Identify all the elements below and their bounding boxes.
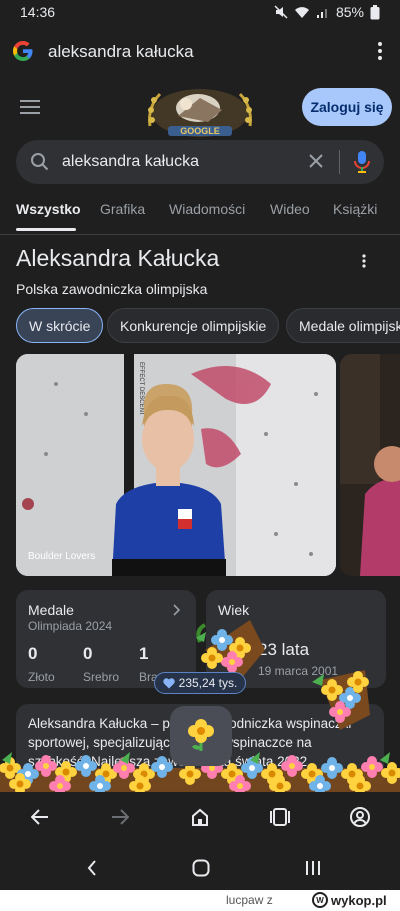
medal-gold-label: Złoto [28,670,55,684]
arrow-forward-icon [112,809,129,825]
medals-card-subtitle: Olimpiada 2024 [28,619,113,633]
tabs-icon [270,808,290,826]
browser-url-bar[interactable]: aleksandra kałucka [0,26,400,78]
chip-konkurencje-olimpijskie[interactable]: Konkurencje olimpijskie [107,308,280,343]
tab-wszystko[interactable]: Wszystko [16,201,81,217]
back-button[interactable] [27,804,53,830]
account-icon [350,807,370,827]
browser-toolbar [0,792,400,842]
search-box[interactable] [16,140,384,184]
search-divider [339,150,340,174]
tab-ksiazki[interactable]: Książki [333,201,377,217]
battery-percent: 85% [335,4,364,20]
birth-date: 19 marca 2001 [258,664,339,678]
microphone-icon[interactable] [354,150,370,174]
google-header: GOOGLE Zaloguj się [0,78,400,137]
search-tabs: Wszystko Grafika Wiadomości Wideo Książk… [0,196,400,232]
topic-chips: W skrócie Konkurencje olimpijskie Medale… [0,308,400,344]
screen: 14:36 85% aleksandra kałucka GOOGLE Zalo… [0,0,400,890]
flower-fab-button[interactable] [170,706,232,766]
clear-icon[interactable] [308,153,324,169]
knowledge-panel-title: Aleksandra Kałucka [16,245,220,271]
athlete-photo-next[interactable] [340,354,400,576]
login-button[interactable]: Zaloguj się [302,88,392,126]
system-navigation-bar [0,846,400,890]
circle-home-icon [192,859,210,877]
medal-bronze-count: 1 [139,644,149,663]
flower-icon [188,719,214,751]
medal-silver-label: Srebro [83,670,120,684]
medal-silver-count: 0 [83,644,93,663]
mute-icon [274,5,288,19]
svg-text:EFFECT DESCENT: EFFECT DESCENT [138,362,144,416]
system-back-button[interactable] [80,856,104,880]
age-card-title: Wiek [218,602,250,618]
search-input[interactable] [62,150,302,174]
home-icon [192,808,208,826]
status-bar: 14:36 85% [0,0,400,26]
medals-card-title: Medale [28,602,74,618]
arrow-back-icon [31,809,48,825]
forward-button[interactable] [107,804,133,830]
athlete-photo-next-image [340,354,400,576]
athlete-photo-image: EFFECT DESCENT [16,354,336,576]
google-doodle[interactable]: GOOGLE [138,86,262,140]
photo-caption: Boulder Lovers [28,551,96,562]
tab-wiadomosci[interactable]: Wiadomości [169,201,245,217]
recents-icon [306,861,320,875]
watermark-logo: Wwykop.pl [312,892,387,908]
heart-icon [162,677,175,688]
athlete-photo[interactable]: EFFECT DESCENT Boulder Lovers [16,354,336,576]
chip-w-skrocie[interactable]: W skrócie [16,308,104,343]
chip-medale-olimpijskie[interactable]: Medale olimpijskie [286,308,400,343]
age-value: 23 lata [258,640,310,659]
more-vert-icon[interactable] [378,42,382,60]
tabs-divider [0,234,400,235]
status-icons: 85% [274,4,380,20]
battery-icon [370,4,380,19]
doodle-text: GOOGLE [180,126,220,136]
medal-gold-count: 0 [28,644,38,663]
likes-count: 235,24 tys. [178,676,238,690]
watermark: lucpaw z Wwykop.pl [0,890,400,911]
active-tab-indicator [16,228,76,231]
medal-silver: 0 Srebro [83,644,119,684]
chevron-right-icon[interactable] [173,604,180,616]
system-recents-button[interactable] [301,856,325,880]
wifi-icon [294,7,309,18]
account-button[interactable] [347,804,373,830]
tab-grafika[interactable]: Grafika [100,201,145,217]
chevron-left-icon [87,860,96,876]
search-icon [31,153,49,171]
home-button[interactable] [187,804,213,830]
more-vert-icon[interactable] [362,254,366,268]
likes-badge[interactable]: 235,24 tys. [154,672,246,694]
watermark-user: lucpaw z [226,893,273,907]
knowledge-panel-subtitle: Polska zawodniczka olimpijska [16,281,208,297]
signal-icon [316,9,327,18]
menu-icon[interactable] [20,100,40,114]
google-g-icon [13,41,33,61]
tab-wideo[interactable]: Wideo [270,201,310,217]
system-home-button[interactable] [189,856,213,880]
medal-gold: 0 Złoto [28,644,55,684]
tabs-button[interactable] [267,804,293,830]
wykop-logo-icon: W [312,892,328,908]
url-text[interactable]: aleksandra kałucka [48,42,194,62]
status-time: 14:36 [20,4,56,20]
